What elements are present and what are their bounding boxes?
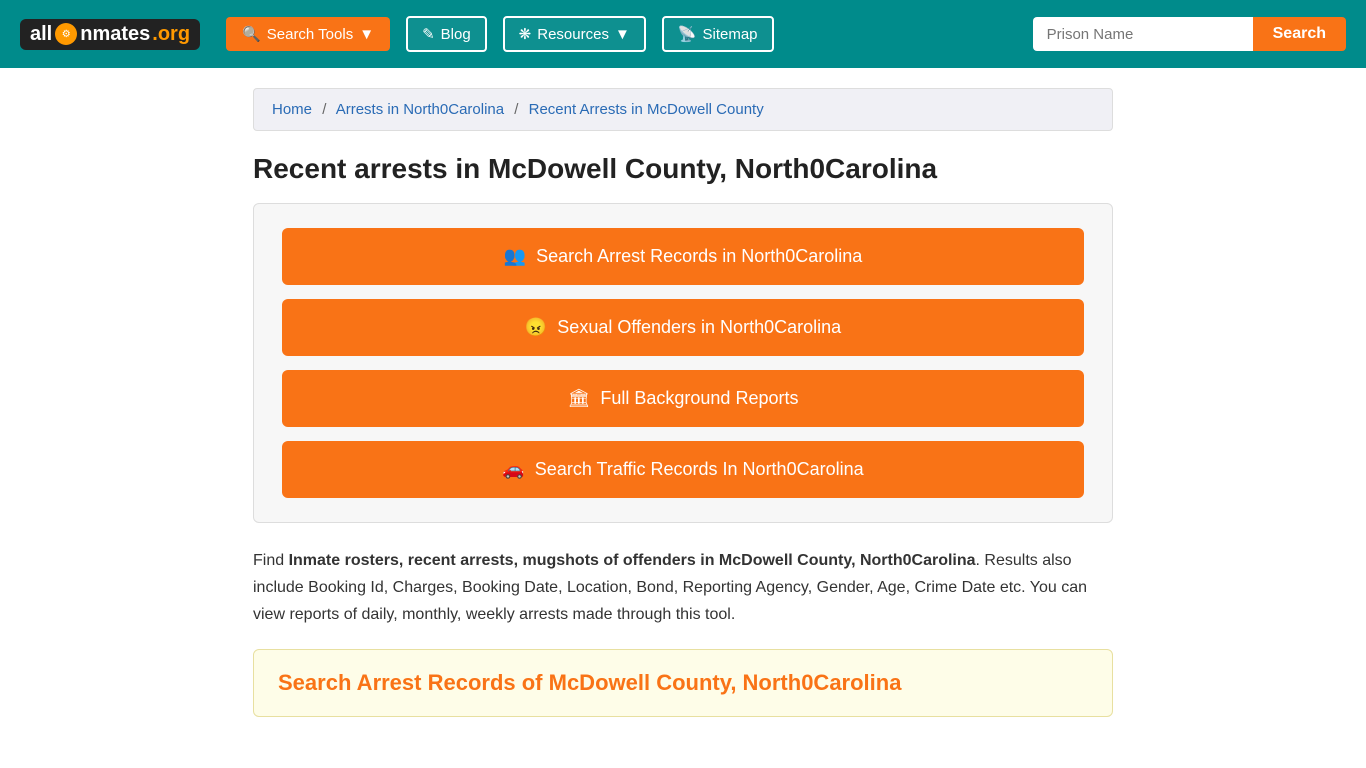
sitemap-label: Sitemap [703,26,758,43]
search-arrest-records-button[interactable]: 👥 Search Arrest Records in North0Carolin… [282,228,1084,285]
logo-text-inmates: nmates [80,23,150,46]
background-reports-icon: 🏛 [568,388,591,409]
blog-button[interactable]: ✎ Blog [406,16,487,52]
bottom-card-title: Search Arrest Records of McDowell County… [278,670,1088,696]
full-background-reports-button[interactable]: 🏛 Full Background Reports [282,370,1084,427]
traffic-records-icon: 🚗 [502,459,524,480]
search-arrest-icon: 👥 [504,246,526,267]
resources-label: Resources [537,26,609,43]
action-buttons-card: 👥 Search Arrest Records in North0Carolin… [253,203,1113,523]
description-text: Find Inmate rosters, recent arrests, mug… [253,547,1113,629]
logo-icon: ⚙ [55,23,77,45]
sexual-offenders-icon: 😠 [525,317,547,338]
header-search-label: Search [1273,25,1326,42]
breadcrumb-separator-1: / [322,101,326,118]
resources-icon: ❋ [519,25,532,43]
main-content: Home / Arrests in North0Carolina / Recen… [233,68,1133,757]
blog-label: Blog [441,26,471,43]
sexual-offenders-label: Sexual Offenders in North0Carolina [557,317,841,338]
description-bold: Inmate rosters, recent arrests, mugshots… [289,552,976,569]
breadcrumb-current-link[interactable]: Recent Arrests in McDowell County [529,101,764,118]
breadcrumb-separator-2: / [514,101,518,118]
header-search-area: Search [1033,17,1346,51]
breadcrumb: Home / Arrests in North0Carolina / Recen… [253,88,1113,131]
search-tools-label: Search Tools [267,26,353,43]
page-title: Recent arrests in McDowell County, North… [253,153,1113,185]
site-header: all ⚙ nmates .org 🔍 Search Tools ▼ ✎ Blo… [0,0,1366,68]
sitemap-button[interactable]: 📡 Sitemap [662,16,774,52]
search-tools-button[interactable]: 🔍 Search Tools ▼ [226,17,390,51]
search-tools-chevron-icon: ▼ [359,26,374,43]
search-tools-icon: 🔍 [242,25,261,43]
logo[interactable]: all ⚙ nmates .org [20,19,200,50]
logo-text-org: .org [152,23,190,46]
sexual-offenders-button[interactable]: 😠 Sexual Offenders in North0Carolina [282,299,1084,356]
full-background-reports-label: Full Background Reports [600,388,798,409]
logo-text-all: all [30,23,52,46]
description-prefix: Find [253,552,289,569]
bottom-card: Search Arrest Records of McDowell County… [253,649,1113,717]
breadcrumb-home-link[interactable]: Home [272,101,312,118]
search-arrest-label: Search Arrest Records in North0Carolina [536,246,862,267]
sitemap-icon: 📡 [678,25,697,43]
header-search-button[interactable]: Search [1253,17,1346,51]
prison-name-input[interactable] [1033,17,1253,51]
traffic-records-label: Search Traffic Records In North0Carolina [535,459,864,480]
traffic-records-button[interactable]: 🚗 Search Traffic Records In North0Caroli… [282,441,1084,498]
blog-icon: ✎ [422,25,435,43]
resources-button[interactable]: ❋ Resources ▼ [503,16,646,52]
breadcrumb-arrests-link[interactable]: Arrests in North0Carolina [336,101,504,118]
resources-chevron-icon: ▼ [615,26,630,43]
